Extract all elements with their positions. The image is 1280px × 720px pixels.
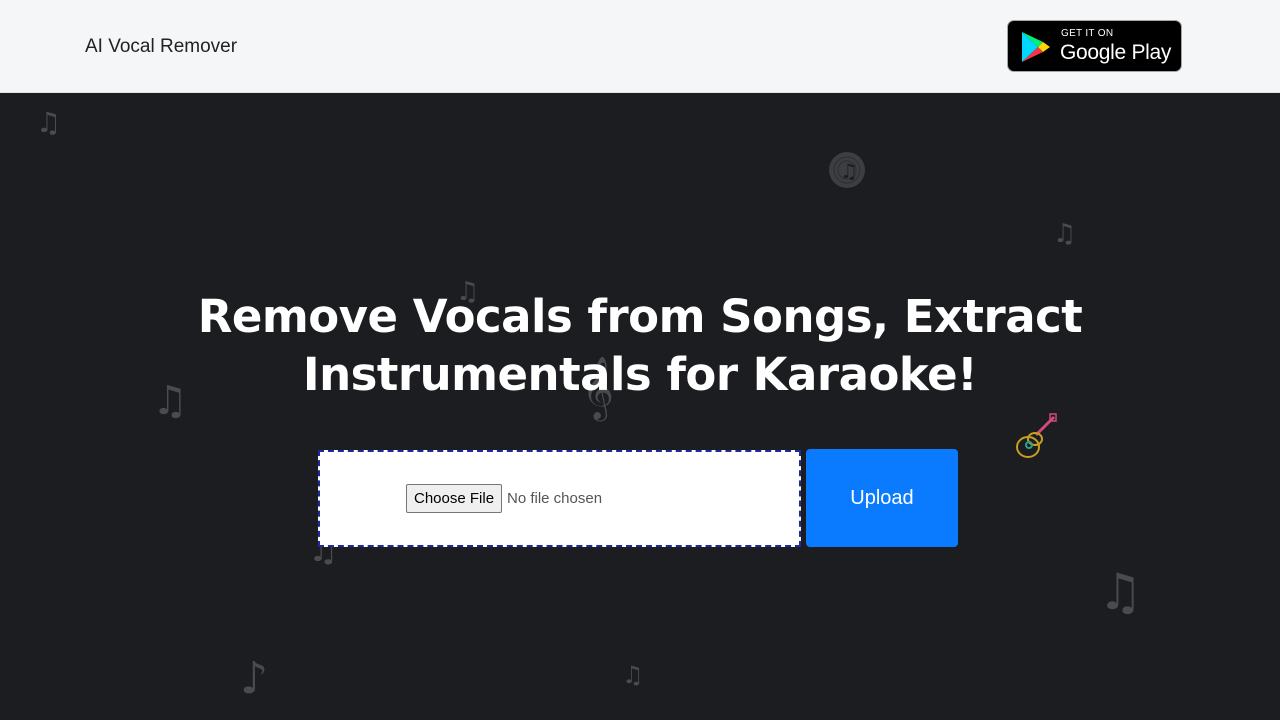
file-status-text: No file chosen bbox=[507, 490, 603, 507]
hero-section: ♫ ♫ ♫ ♫ ♫ 𝄞 ♫ ♫ ♪ ♫ Remove Vocals from S… bbox=[0, 93, 1280, 720]
headline-line-2: Instrumentals for Karaoke! bbox=[302, 348, 978, 401]
upload-button[interactable]: Upload bbox=[806, 449, 958, 547]
music-notes-icon: ♫ bbox=[1053, 219, 1077, 249]
brand-link[interactable]: AI Vocal Remover bbox=[85, 36, 237, 58]
svg-text:♫: ♫ bbox=[840, 159, 858, 183]
beamed-notes-icon: ♫ bbox=[1098, 563, 1143, 621]
badge-store-name: Google Play bbox=[1060, 41, 1172, 64]
choose-file-button[interactable]: Choose File bbox=[406, 484, 503, 513]
music-disc-icon: ♫ bbox=[828, 151, 866, 192]
music-notes-icon: ♫ bbox=[36, 106, 62, 139]
google-play-logo-icon bbox=[1022, 32, 1050, 62]
guitar-icon bbox=[1014, 413, 1058, 464]
headline-line-1: Remove Vocals from Songs, Extract bbox=[197, 290, 1083, 343]
badge-small-text: GET IT ON bbox=[1061, 28, 1114, 39]
eighth-note-icon: ♪ bbox=[240, 653, 269, 704]
top-navbar: AI Vocal Remover GET IT ON Google Play bbox=[0, 0, 1280, 93]
google-play-badge[interactable]: GET IT ON Google Play bbox=[1007, 20, 1182, 72]
file-dropzone[interactable]: Choose File No file chosen bbox=[318, 450, 801, 547]
hero-headline: Remove Vocals from Songs, Extract Instru… bbox=[190, 288, 1090, 404]
music-notes-icon: ♫ bbox=[622, 661, 644, 689]
music-notes-icon: ♫ bbox=[152, 378, 188, 424]
